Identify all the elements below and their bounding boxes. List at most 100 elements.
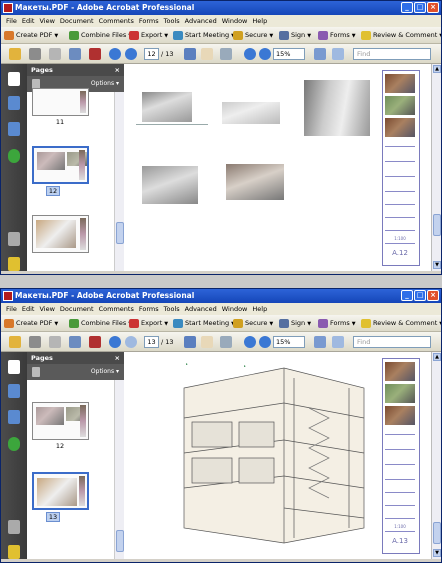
find-input[interactable]: Find xyxy=(353,336,431,348)
zoom-out-icon[interactable] xyxy=(244,48,256,60)
create-pdf-button[interactable]: Create PDF ▼ xyxy=(4,317,58,330)
menu-comments[interactable]: Comments xyxy=(99,305,134,313)
page-thumbnail[interactable] xyxy=(32,402,89,440)
close-panel-icon[interactable]: × xyxy=(115,64,120,76)
review-comment-button[interactable]: Review & Comment▼ xyxy=(361,317,441,330)
secure-button[interactable]: Secure ▼ xyxy=(233,29,273,42)
bookmarks-icon[interactable] xyxy=(8,96,20,110)
zoom-in-icon[interactable] xyxy=(259,336,271,348)
camera-icon[interactable] xyxy=(89,48,101,60)
minimize-button[interactable]: _ xyxy=(401,290,413,301)
signature-icon[interactable] xyxy=(8,410,20,424)
zoom-in-icon[interactable] xyxy=(259,48,271,60)
close-panel-icon[interactable]: × xyxy=(115,352,120,364)
title-bar[interactable]: Макеты.PDF - Adobe Acrobat Professional … xyxy=(1,289,441,303)
fit-width-icon[interactable] xyxy=(332,336,344,348)
scroll-down-arrow[interactable]: ▼ xyxy=(433,261,441,269)
fit-page-icon[interactable] xyxy=(314,336,326,348)
email-icon[interactable] xyxy=(69,48,81,60)
help-icon[interactable] xyxy=(8,437,20,451)
next-page-icon[interactable] xyxy=(125,336,137,348)
print-icon[interactable] xyxy=(29,48,41,60)
sign-button[interactable]: Sign ▼ xyxy=(279,29,311,42)
document-scrollbar[interactable]: ▲ ▼ xyxy=(431,64,441,271)
maximize-button[interactable]: □ xyxy=(414,290,426,301)
menu-file[interactable]: File xyxy=(6,305,17,313)
help-icon[interactable] xyxy=(8,149,20,163)
secure-button[interactable]: Secure ▼ xyxy=(233,317,273,330)
combine-files-button[interactable]: Combine Files▼ xyxy=(69,317,132,330)
scroll-thumb[interactable] xyxy=(433,214,441,236)
start-meeting-button[interactable]: Start Meeting▼ xyxy=(173,317,235,330)
menu-tools[interactable]: Tools xyxy=(164,17,180,25)
signature-icon[interactable] xyxy=(8,122,20,136)
menu-view[interactable]: View xyxy=(39,305,54,313)
menu-window[interactable]: Window xyxy=(222,305,248,313)
zoom-select[interactable]: 15% xyxy=(273,48,305,60)
email-icon[interactable] xyxy=(69,336,81,348)
pages-icon[interactable] xyxy=(8,72,20,86)
camera-icon[interactable] xyxy=(89,336,101,348)
page-number-input[interactable]: 13 xyxy=(144,336,159,348)
open-icon[interactable] xyxy=(9,48,21,60)
select-tool-icon[interactable] xyxy=(184,48,196,60)
menu-edit[interactable]: Edit xyxy=(22,17,35,25)
attachments-icon[interactable] xyxy=(8,232,20,246)
options-menu[interactable]: Options ▾ xyxy=(91,76,119,92)
minimize-button[interactable]: _ xyxy=(401,2,413,13)
maximize-button[interactable]: □ xyxy=(414,2,426,13)
zoom-select[interactable]: 15% xyxy=(273,336,305,348)
trash-icon[interactable] xyxy=(32,367,40,377)
combine-files-button[interactable]: Combine Files▼ xyxy=(69,29,132,42)
scroll-up-arrow[interactable]: ▲ xyxy=(433,353,441,361)
menu-help[interactable]: Help xyxy=(252,17,267,25)
prev-page-icon[interactable] xyxy=(109,48,121,60)
menu-edit[interactable]: Edit xyxy=(22,305,35,313)
save-icon[interactable] xyxy=(49,336,61,348)
page-thumbnail[interactable] xyxy=(32,215,89,253)
prev-page-icon[interactable] xyxy=(109,336,121,348)
close-button[interactable]: × xyxy=(427,290,439,301)
zoom-out-icon[interactable] xyxy=(244,336,256,348)
page-number-input[interactable]: 12 xyxy=(144,48,159,60)
scroll-down-arrow[interactable]: ▼ xyxy=(433,549,441,557)
marquee-zoom-icon[interactable] xyxy=(220,48,232,60)
hand-tool-icon[interactable] xyxy=(201,336,213,348)
scroll-up-arrow[interactable]: ▲ xyxy=(433,65,441,73)
marquee-zoom-icon[interactable] xyxy=(220,336,232,348)
page-thumbnail-selected[interactable] xyxy=(32,472,89,510)
page-thumbnail[interactable] xyxy=(32,88,89,116)
menu-document[interactable]: Document xyxy=(60,17,94,25)
menu-advanced[interactable]: Advanced xyxy=(185,17,217,25)
panel-scrollbar[interactable] xyxy=(114,380,124,559)
start-meeting-button[interactable]: Start Meeting▼ xyxy=(173,29,235,42)
review-comment-button[interactable]: Review & Comment▼ xyxy=(361,29,441,42)
menu-file[interactable]: File xyxy=(6,17,17,25)
page-thumbnail-selected[interactable] xyxy=(32,146,89,184)
menu-advanced[interactable]: Advanced xyxy=(185,305,217,313)
bookmarks-icon[interactable] xyxy=(8,384,20,398)
export-button[interactable]: Export ▼ xyxy=(129,317,168,330)
sign-button[interactable]: Sign ▼ xyxy=(279,317,311,330)
menu-view[interactable]: View xyxy=(39,17,54,25)
fit-width-icon[interactable] xyxy=(332,48,344,60)
menu-document[interactable]: Document xyxy=(60,305,94,313)
document-scrollbar[interactable]: ▲ ▼ xyxy=(431,352,441,559)
title-bar[interactable]: Макеты.PDF - Adobe Acrobat Professional … xyxy=(1,1,441,15)
comments-icon[interactable] xyxy=(8,545,20,559)
select-tool-icon[interactable] xyxy=(184,336,196,348)
export-button[interactable]: Export ▼ xyxy=(129,29,168,42)
menu-forms[interactable]: Forms xyxy=(139,305,159,313)
panel-scrollbar[interactable] xyxy=(114,92,124,271)
options-menu[interactable]: Options ▾ xyxy=(91,364,119,380)
forms-button[interactable]: Forms ▼ xyxy=(318,317,356,330)
scroll-thumb[interactable] xyxy=(433,522,441,544)
menu-window[interactable]: Window xyxy=(222,17,248,25)
menu-tools[interactable]: Tools xyxy=(164,305,180,313)
pages-icon[interactable] xyxy=(8,360,20,374)
open-icon[interactable] xyxy=(9,336,21,348)
fit-page-icon[interactable] xyxy=(314,48,326,60)
create-pdf-button[interactable]: Create PDF ▼ xyxy=(4,29,58,42)
menu-help[interactable]: Help xyxy=(252,305,267,313)
attachments-icon[interactable] xyxy=(8,520,20,534)
